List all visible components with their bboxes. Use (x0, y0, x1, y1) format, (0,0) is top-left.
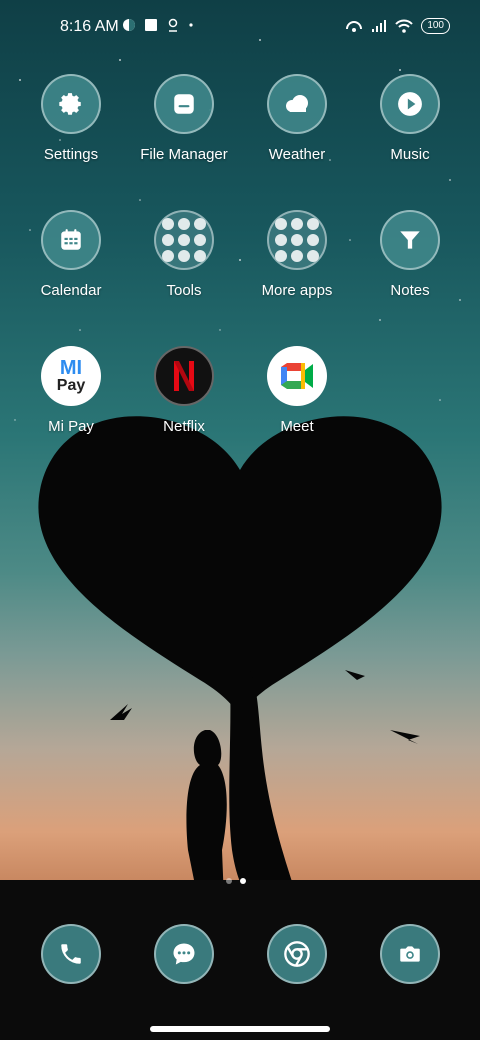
status-notification-icons (122, 18, 194, 32)
app-label-netflix: Netflix (163, 418, 205, 435)
cloud-icon (267, 74, 327, 134)
folder-tools[interactable]: Tools (128, 210, 240, 299)
signal-icon (372, 20, 387, 32)
app-label-meet: Meet (280, 418, 314, 435)
app-label-music: Music (390, 146, 430, 163)
app-label-more-apps: More apps (261, 282, 333, 299)
mi-pay-logo-top: MI (59, 357, 83, 379)
notification-app-icon (123, 19, 135, 31)
battery-indicator: 100 (421, 18, 450, 34)
wifi-icon (395, 19, 414, 33)
app-weather[interactable]: Weather (241, 74, 353, 163)
chrome-icon (267, 924, 327, 984)
app-label-tools: Tools (166, 282, 202, 299)
app-label-notes: Notes (390, 282, 430, 299)
app-mi-pay[interactable]: MI Pay Mi Pay (15, 346, 127, 435)
notification-location-icon (168, 18, 178, 32)
app-label-weather: Weather (268, 146, 326, 163)
app-calendar[interactable]: Calendar (15, 210, 127, 299)
camera-icon (380, 924, 440, 984)
mi-pay-icon: MI Pay (41, 346, 101, 406)
dock-chrome[interactable] (241, 924, 353, 984)
page-dot-1[interactable] (226, 878, 232, 884)
phone-icon (41, 924, 101, 984)
app-label-calendar: Calendar (40, 282, 102, 299)
page-dot-2[interactable] (240, 878, 246, 884)
dock-messages[interactable] (128, 924, 240, 984)
hotspot-icon (346, 21, 363, 32)
tools-folder-icon (154, 210, 214, 270)
status-bar: 8:16 AM 100 (0, 0, 480, 56)
app-notes[interactable]: Notes (354, 210, 466, 299)
dock-phone[interactable] (15, 924, 127, 984)
notes-icon (380, 210, 440, 270)
home-gesture-bar[interactable] (150, 1026, 330, 1032)
folder-more-apps[interactable]: More apps (241, 210, 353, 299)
mi-pay-logo-bottom: Pay (56, 377, 86, 394)
app-label-file-manager: File Manager (140, 146, 228, 163)
app-file-manager[interactable]: File Manager (128, 74, 240, 163)
notification-square-icon (145, 19, 157, 31)
dot-icon (189, 23, 193, 27)
dock-camera[interactable] (354, 924, 466, 984)
settings-icon (41, 74, 101, 134)
app-label-mi-pay: Mi Pay (48, 418, 94, 435)
folder-icon (154, 74, 214, 134)
messages-icon (154, 924, 214, 984)
app-music[interactable]: Music (354, 74, 466, 163)
app-label-settings: Settings (43, 146, 99, 163)
status-time: 8:16 AM (60, 18, 119, 35)
more-apps-folder-icon (267, 210, 327, 270)
calendar-icon (41, 210, 101, 270)
meet-icon (267, 346, 327, 406)
play-icon (380, 74, 440, 134)
page-indicator (226, 878, 246, 884)
app-meet[interactable]: Meet (241, 346, 353, 435)
app-netflix[interactable]: Netflix (128, 346, 240, 435)
netflix-icon (154, 346, 214, 406)
status-system-icons: 100 (345, 18, 450, 34)
app-settings[interactable]: Settings (15, 74, 127, 163)
